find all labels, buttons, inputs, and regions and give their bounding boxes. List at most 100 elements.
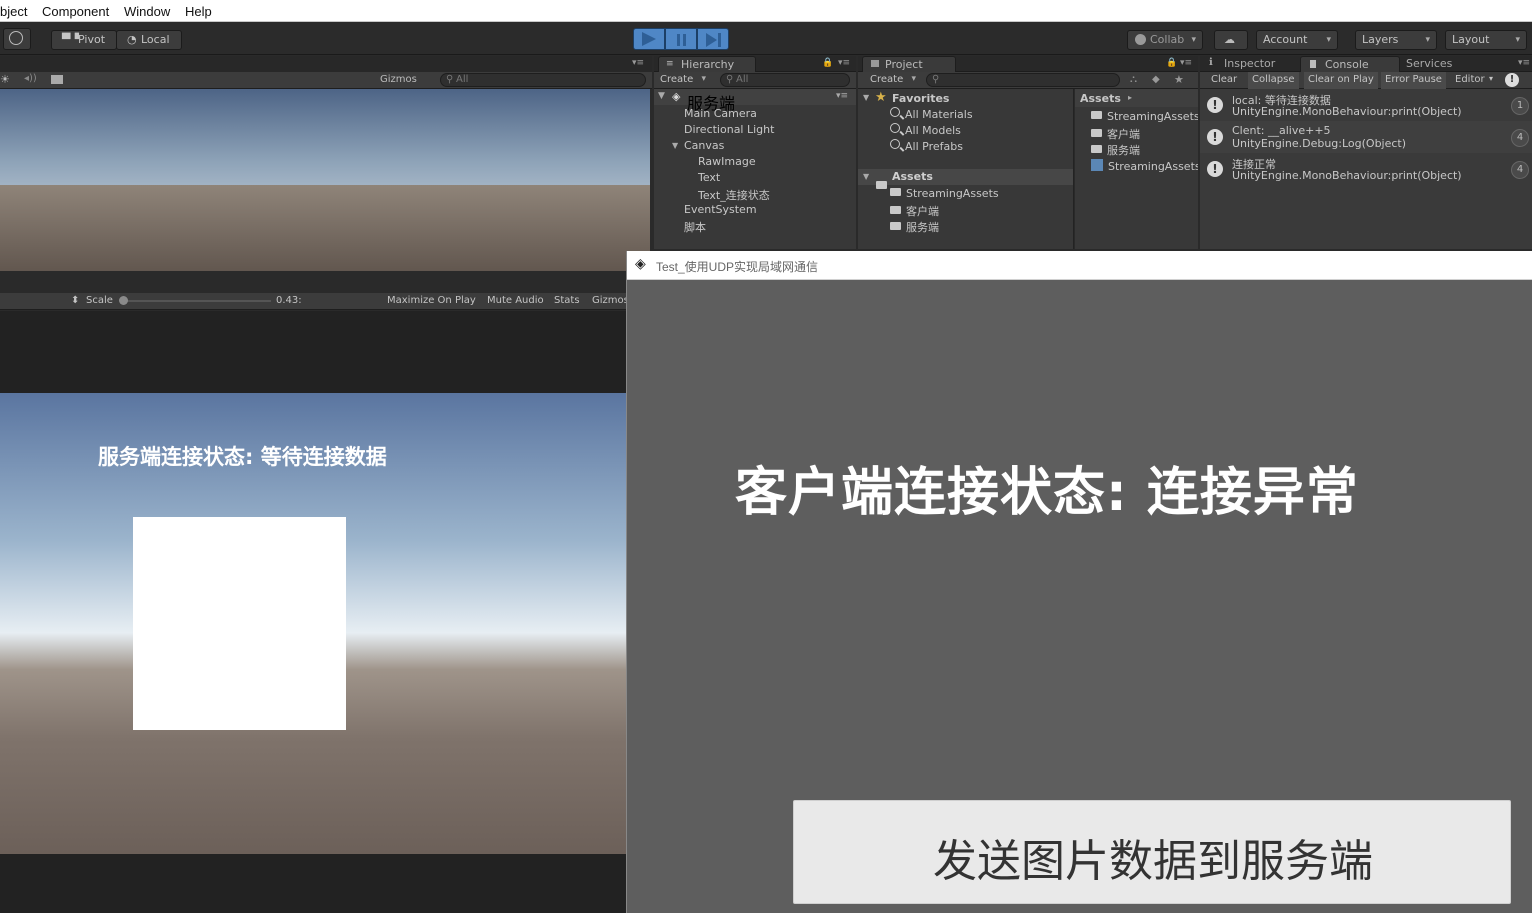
filter-label-icon[interactable]: ◆: [1152, 74, 1160, 85]
scene-header[interactable]: ▼ ◈ 服务端 ▾≡: [654, 89, 856, 113]
hierarchy-item[interactable]: RawImage: [698, 155, 756, 168]
menu-help[interactable]: Help: [185, 4, 212, 19]
lock-icon[interactable]: 🔒: [1166, 58, 1177, 68]
step-button[interactable]: [697, 28, 729, 50]
scene-search-input[interactable]: ⚲ All: [440, 73, 646, 87]
favorite-item[interactable]: All Materials: [890, 107, 973, 121]
tab-hierarchy[interactable]: ≡ Hierarchy: [658, 56, 756, 73]
panel-menu-icon[interactable]: ▾≡: [1518, 58, 1530, 68]
lock-icon[interactable]: 🔒: [822, 58, 833, 68]
search-icon: [890, 139, 900, 149]
expand-arrow-icon[interactable]: ▼: [863, 93, 869, 102]
collab-icon: [1135, 34, 1146, 45]
project-tree: ▼ ★ Favorites All Materials All Models A…: [858, 89, 1074, 249]
warning-filter-icon[interactable]: !: [1505, 73, 1519, 87]
log-entry[interactable]: ! local: 等待连接数据 UnityEngine.MonoBehaviou…: [1200, 89, 1532, 121]
menu-window[interactable]: Window: [124, 4, 170, 19]
rect-tool-button[interactable]: [3, 28, 31, 50]
hierarchy-create-dropdown[interactable]: Create: [660, 74, 712, 85]
pause-button[interactable]: [665, 28, 697, 50]
editor-dropdown[interactable]: Editor: [1455, 74, 1485, 85]
favorite-item[interactable]: All Models: [890, 123, 961, 137]
asset-item[interactable]: 客户端: [1091, 126, 1140, 142]
expand-arrow-icon[interactable]: ▼: [658, 91, 665, 101]
star-icon[interactable]: ★: [1174, 73, 1184, 86]
panel-menu-icon[interactable]: ▾≡: [632, 58, 644, 68]
game-viewport[interactable]: 服务端连接状态: 等待连接数据: [0, 393, 626, 854]
asset-folder-item[interactable]: 服务端: [890, 219, 939, 235]
hierarchy-search-input[interactable]: ⚲ All: [720, 73, 850, 87]
account-dropdown[interactable]: Account: [1256, 30, 1338, 50]
favorite-item[interactable]: All Prefabs: [890, 139, 963, 153]
lighting-icon[interactable]: ☀: [0, 73, 10, 86]
scene-viewport[interactable]: [0, 89, 650, 271]
hierarchy-item[interactable]: EventSystem: [684, 203, 757, 216]
audio-icon[interactable]: ◂)): [24, 73, 37, 84]
scene-menu-icon[interactable]: ▾≡: [836, 91, 848, 101]
clear-button[interactable]: Clear: [1211, 74, 1237, 85]
local-toggle[interactable]: ◔ Local: [116, 30, 182, 50]
account-label: Account: [1263, 33, 1308, 46]
tab-services[interactable]: Services: [1406, 57, 1452, 70]
favorites-label[interactable]: Favorites: [892, 92, 949, 105]
menu-gameobject[interactable]: bject: [0, 4, 27, 19]
scale-slider-handle[interactable]: [119, 296, 128, 305]
search-icon: ⚲: [446, 74, 454, 85]
assets-folder-row[interactable]: ▼ Assets: [858, 169, 1073, 189]
log-entry[interactable]: ! Clent: __alive++5 UnityEngine.Debug:Lo…: [1200, 121, 1532, 153]
asset-item[interactable]: StreamingAssets: [1091, 158, 1198, 173]
asset-folder-item[interactable]: StreamingAssets: [890, 187, 999, 200]
resolution-dropdown-icon[interactable]: ⬍: [71, 295, 79, 306]
asset-item[interactable]: 服务端: [1091, 142, 1140, 158]
hierarchy-item[interactable]: 脚本: [684, 219, 706, 235]
play-icon: [642, 32, 656, 46]
hierarchy-item[interactable]: Text_连接状态: [698, 187, 770, 203]
hierarchy-item[interactable]: Canvas: [684, 139, 724, 152]
scale-slider[interactable]: [119, 296, 271, 305]
breadcrumb-assets[interactable]: Assets: [1080, 92, 1121, 105]
layers-dropdown[interactable]: Layers: [1355, 30, 1437, 50]
project-search-input[interactable]: ⚲: [926, 73, 1120, 87]
project-toolbar: Create ⚲ ⛬ ◆ ★: [858, 72, 1198, 89]
hierarchy-item[interactable]: Main Camera: [684, 107, 757, 120]
filter-type-icon[interactable]: ⛬: [1130, 74, 1137, 85]
play-button[interactable]: [633, 28, 665, 50]
mute-audio-toggle[interactable]: Mute Audio: [487, 295, 544, 306]
folder-icon: [890, 188, 901, 196]
collapse-toggle[interactable]: Collapse: [1248, 72, 1299, 89]
image-effects-icon[interactable]: [51, 75, 63, 84]
collab-dropdown[interactable]: Collab: [1127, 30, 1203, 50]
cloud-button[interactable]: ☁: [1214, 30, 1248, 50]
expand-arrow-icon[interactable]: ▼: [863, 172, 869, 181]
pivot-toggle[interactable]: ▀▝ Pivot: [51, 30, 117, 50]
favorites-star-icon: ★: [875, 90, 887, 105]
panel-menu-icon[interactable]: ▾≡: [838, 58, 850, 68]
console-log-list: ! local: 等待连接数据 UnityEngine.MonoBehaviou…: [1200, 89, 1532, 249]
stats-toggle[interactable]: Stats: [554, 295, 580, 306]
game-gizmos-dropdown[interactable]: Gizmos: [592, 295, 629, 306]
hierarchy-item[interactable]: Text: [698, 171, 720, 184]
error-pause-toggle[interactable]: Error Pause: [1381, 72, 1446, 89]
tab-console[interactable]: Console: [1300, 56, 1400, 73]
game-letterbox-bottom: [0, 854, 626, 913]
send-image-button-label: 发送图片数据到服务端: [933, 836, 1373, 887]
folder-icon: [1091, 129, 1102, 137]
hierarchy-panel: ▼ ◈ 服务端 ▾≡ Main Camera Directional Light…: [654, 89, 856, 249]
layout-dropdown[interactable]: Layout: [1445, 30, 1527, 50]
expand-arrow-icon[interactable]: ▼: [672, 141, 678, 150]
folder-icon: [876, 181, 887, 189]
clear-on-play-toggle[interactable]: Clear on Play: [1304, 72, 1378, 89]
player-titlebar[interactable]: ◈ Test_使用UDP实现局域网通信: [627, 251, 1532, 280]
log-entry[interactable]: ! 连接正常 UnityEngine.MonoBehaviour:print(O…: [1200, 153, 1532, 185]
hierarchy-item[interactable]: Directional Light: [684, 123, 774, 136]
gizmos-dropdown[interactable]: Gizmos: [380, 74, 417, 85]
send-image-button[interactable]: 发送图片数据到服务端: [793, 800, 1511, 904]
tab-inspector[interactable]: Inspector: [1224, 57, 1275, 70]
panel-menu-icon[interactable]: ▾≡: [1180, 58, 1192, 68]
maximize-on-play-toggle[interactable]: Maximize On Play: [387, 295, 476, 306]
asset-item[interactable]: StreamingAssets: [1091, 110, 1198, 123]
menu-component[interactable]: Component: [42, 4, 109, 19]
asset-folder-item[interactable]: 客户端: [890, 203, 939, 219]
project-create-dropdown[interactable]: Create: [870, 74, 922, 85]
tab-project[interactable]: Project: [862, 56, 956, 73]
